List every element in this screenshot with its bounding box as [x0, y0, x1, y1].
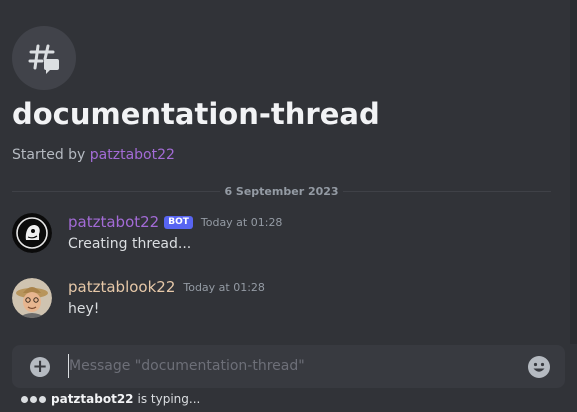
- date-divider-text: 6 September 2023: [220, 185, 343, 198]
- typing-user: patztabot22: [51, 392, 134, 406]
- thread-title: documentation-thread: [12, 97, 380, 131]
- message-composer: +: [12, 345, 565, 388]
- started-by: Started by patztabot22: [12, 147, 175, 163]
- message-text: hey!: [68, 301, 100, 317]
- started-by-user-link[interactable]: patztabot22: [90, 147, 175, 163]
- typing-indicator: patztabot22 is typing...: [21, 392, 200, 406]
- started-by-label: Started by: [12, 147, 86, 163]
- emoji-smile-icon[interactable]: [527, 355, 551, 379]
- thread-hash-icon: [28, 44, 59, 74]
- bot-badge: BOT: [164, 215, 193, 229]
- message-timestamp[interactable]: Today at 01:28: [201, 216, 283, 229]
- user-avatar-icon: [12, 278, 52, 318]
- date-divider-label: 6 September 2023: [0, 185, 563, 198]
- plus-circle-icon[interactable]: +: [30, 357, 50, 377]
- avatar[interactable]: [12, 278, 52, 318]
- avatar[interactable]: [12, 213, 52, 253]
- message-text: Creating thread...: [68, 236, 192, 252]
- thread-icon-badge: [12, 26, 76, 90]
- scroll-edge: [570, 0, 577, 344]
- typing-dots-icon: [21, 395, 46, 403]
- message-header: patztablook22 Today at 01:28: [68, 278, 265, 296]
- message-author[interactable]: patztabot22: [68, 213, 159, 231]
- message-input[interactable]: [68, 354, 509, 378]
- message-header: patztabot22 BOT Today at 01:28: [68, 213, 282, 231]
- bot-avatar-icon: [12, 213, 52, 253]
- message-timestamp[interactable]: Today at 01:28: [183, 281, 265, 294]
- typing-suffix: is typing...: [137, 392, 201, 406]
- message-author[interactable]: patztablook22: [68, 278, 175, 296]
